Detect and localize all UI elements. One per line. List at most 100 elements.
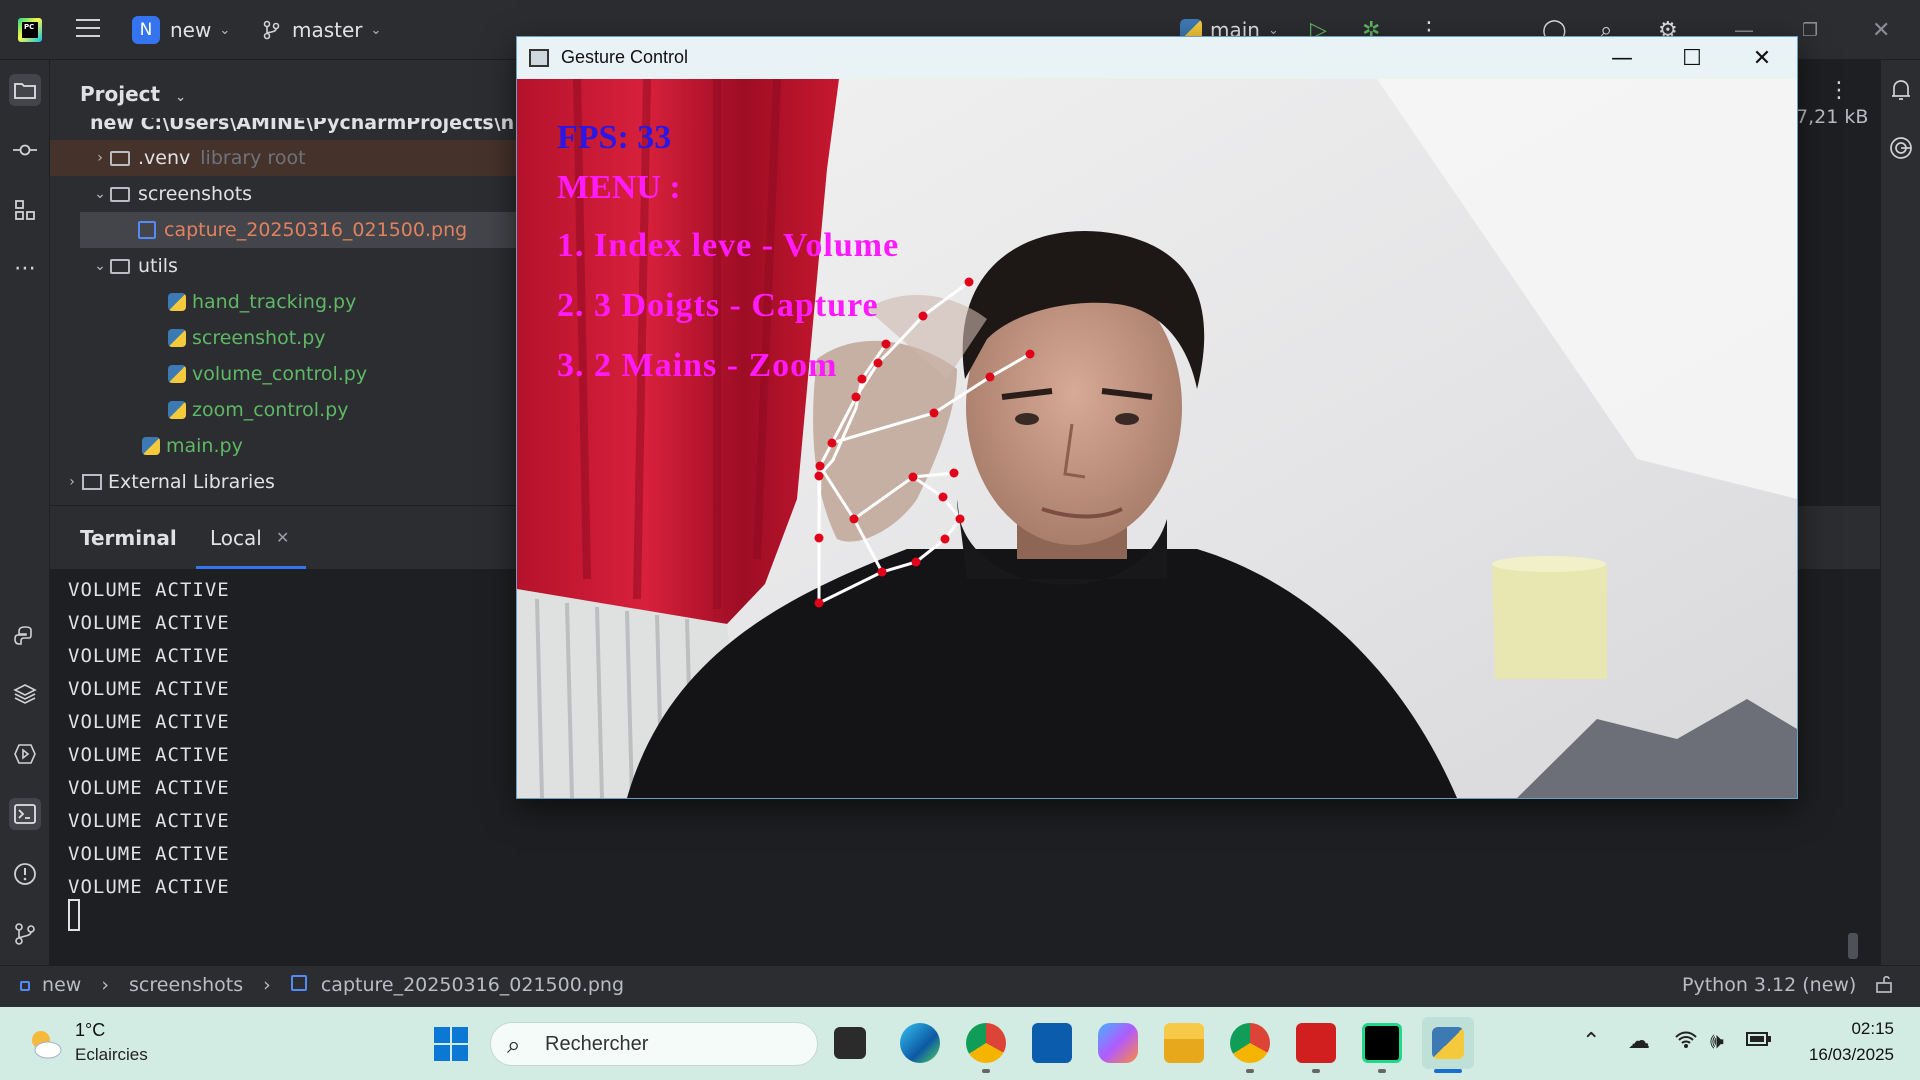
onedrive-cloud-icon[interactable]: ☁	[1628, 1029, 1650, 1054]
tree-row-screenshots[interactable]: ⌄ screenshots	[50, 176, 520, 212]
file-label: hand_tracking.py	[192, 291, 357, 313]
main-menu-icon[interactable]	[76, 19, 100, 39]
menu-item-volume: 1. Index leve - Volume	[557, 227, 900, 264]
tray-overflow-chevron-up-icon[interactable]: ⌃	[1582, 1029, 1600, 1054]
file-label: zoom_control.py	[192, 399, 349, 421]
wifi-icon[interactable]	[1674, 1029, 1698, 1055]
edge-browser-icon[interactable]	[900, 1023, 940, 1063]
copilot-icon[interactable]	[1098, 1023, 1138, 1063]
breadcrumb-item[interactable]: new	[42, 974, 81, 996]
chrome-icon[interactable]	[966, 1023, 1006, 1063]
services-run-icon[interactable]	[9, 738, 41, 770]
acrobat-icon[interactable]	[1296, 1023, 1336, 1063]
webcam-image	[517, 79, 1797, 798]
running-indicator	[1246, 1069, 1254, 1073]
project-folder-icon[interactable]	[9, 74, 41, 106]
tab-local[interactable]: Local	[210, 526, 262, 550]
lock-icon[interactable]	[1874, 974, 1894, 999]
layers-icon[interactable]	[9, 678, 41, 710]
task-view-icon[interactable]	[834, 1027, 866, 1059]
tree-row-external-libraries[interactable]: › External Libraries	[50, 464, 520, 500]
close-tab-icon[interactable]: ✕	[276, 528, 289, 547]
tree-row-file[interactable]: hand_tracking.py	[50, 284, 520, 320]
clock-time[interactable]: 02:15	[1798, 1019, 1894, 1039]
microsoft-store-icon[interactable]	[1032, 1023, 1072, 1063]
tree-row-venv[interactable]: › .venv library root	[50, 140, 520, 176]
commit-icon[interactable]	[9, 134, 41, 166]
chevron-right-icon[interactable]: ›	[90, 150, 110, 166]
windows-start-icon[interactable]	[432, 1025, 470, 1063]
restore-icon[interactable]: ❐	[1802, 0, 1818, 60]
chevron-right-icon[interactable]: ›	[62, 474, 82, 490]
interpreter-selector[interactable]: Python 3.12 (new)	[1682, 974, 1856, 996]
breadcrumb-item[interactable]: capture_20250316_021500.png	[321, 974, 624, 996]
problems-icon[interactable]	[9, 858, 41, 890]
menu-item-capture: 2. 3 Doigts - Capture	[557, 287, 879, 324]
project-badge[interactable]: N	[132, 16, 160, 44]
tree-row-capture-file[interactable]: capture_20250316_021500.png	[80, 212, 520, 248]
chrome-profile-icon[interactable]	[1230, 1023, 1270, 1063]
git-branch-icon	[263, 20, 280, 40]
main-file-label: main.py	[166, 435, 243, 457]
fps-counter: FPS: 33	[557, 119, 672, 156]
capture-file-label: capture_20250316_021500.png	[164, 219, 468, 241]
volume-speaker-icon[interactable]: 🕪	[1710, 1029, 1724, 1054]
menu-item-zoom: 3. 2 Mains - Zoom	[557, 347, 838, 384]
tree-row-file[interactable]: volume_control.py	[50, 356, 520, 392]
python-file-icon	[168, 293, 186, 311]
more-tools-icon[interactable]: ⋯	[9, 252, 41, 284]
chevron-down-icon[interactable]: ⌄	[90, 186, 110, 202]
tree-row-file[interactable]: zoom_control.py	[50, 392, 520, 428]
branch-selector[interactable]: master ⌄	[262, 0, 381, 60]
python-file-icon	[142, 437, 160, 455]
gesture-control-window: Gesture Control — ☐ ✕ FPS: 33 MENU: 1. …	[516, 36, 1798, 799]
tree-row-file[interactable]: screenshot.py	[50, 320, 520, 356]
active-indicator	[1434, 1069, 1462, 1073]
menu-title: MENU :	[557, 169, 681, 206]
chevron-down-icon[interactable]: ⌄	[90, 258, 110, 274]
editor-more-icon[interactable]: ⋮	[1828, 78, 1850, 103]
utils-folder-label: utils	[138, 255, 178, 277]
minimize-icon[interactable]: —	[1587, 37, 1657, 79]
folder-icon	[110, 258, 130, 274]
project-panel-header[interactable]: Project ⌄	[80, 82, 186, 106]
breadcrumb-item[interactable]: screenshots	[129, 974, 243, 996]
left-tool-stripe: ⋯	[0, 60, 50, 965]
terminal-scrollbar[interactable]	[1848, 933, 1858, 959]
window-titlebar[interactable]: Gesture Control — ☐ ✕	[517, 37, 1797, 79]
ai-assistant-icon[interactable]	[1887, 134, 1915, 162]
image-file-icon	[290, 975, 307, 991]
module-icon	[20, 981, 30, 991]
weather-temperature[interactable]: 1°C	[75, 1020, 105, 1041]
battery-icon[interactable]	[1746, 1029, 1772, 1054]
file-label: volume_control.py	[192, 363, 368, 385]
terminal-line: VOLUME ACTIVE	[68, 810, 230, 832]
python-file-icon	[168, 365, 186, 383]
tree-row-root[interactable]: new C:\Users\AMINE\PycharmProjects\n	[50, 118, 520, 134]
python-icon	[1432, 1027, 1464, 1059]
close-icon[interactable]: ✕	[1727, 37, 1797, 79]
chevron-right-icon: ›	[263, 974, 271, 996]
notifications-bell-icon[interactable]	[1887, 76, 1915, 104]
project-selector[interactable]: new ⌄	[170, 0, 230, 60]
weather-icon[interactable]	[26, 1025, 64, 1063]
taskbar-search-box[interactable]: ⌕ Rechercher	[490, 1022, 818, 1066]
windows-taskbar: 1°C Eclaircies ⌕ Rechercher ⌃ ☁ 🕪 02:15 …	[0, 1007, 1920, 1080]
weather-description[interactable]: Eclaircies	[75, 1045, 148, 1065]
close-icon[interactable]: ✕	[1872, 0, 1890, 60]
python-window-taskbar-button[interactable]	[1422, 1017, 1474, 1069]
python-file-icon	[168, 401, 186, 419]
tree-row-utils[interactable]: ⌄ utils	[50, 248, 520, 284]
window-title: Gesture Control	[561, 47, 689, 67]
tree-row-main[interactable]: main.py	[50, 428, 520, 464]
pycharm-taskbar-icon[interactable]	[1362, 1023, 1402, 1063]
terminal-icon[interactable]	[9, 798, 41, 830]
search-icon: ⌕	[507, 1031, 521, 1059]
file-explorer-icon[interactable]	[1164, 1023, 1204, 1063]
clock-date[interactable]: 16/03/2025	[1778, 1045, 1894, 1065]
chevron-down-icon: ⌄	[219, 22, 231, 38]
version-control-icon[interactable]	[9, 918, 41, 950]
structure-icon[interactable]	[9, 194, 41, 226]
python-console-icon[interactable]	[9, 620, 41, 652]
maximize-icon[interactable]: ☐	[1657, 37, 1727, 79]
